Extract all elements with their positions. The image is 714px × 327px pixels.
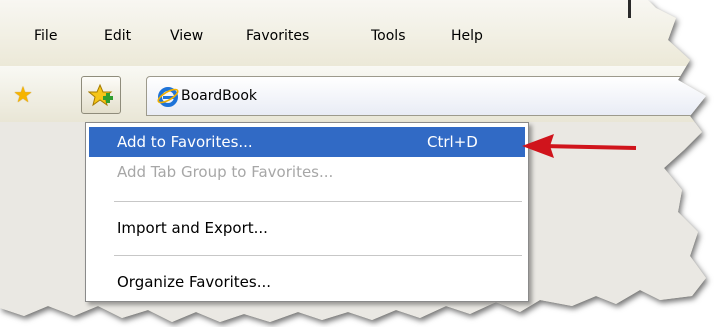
red-arrow-annotation (522, 134, 637, 158)
screenshot-fragment: File Edit View Favorites Tools Help ★ Bo… (0, 0, 714, 327)
arrow-head-icon (522, 134, 554, 158)
